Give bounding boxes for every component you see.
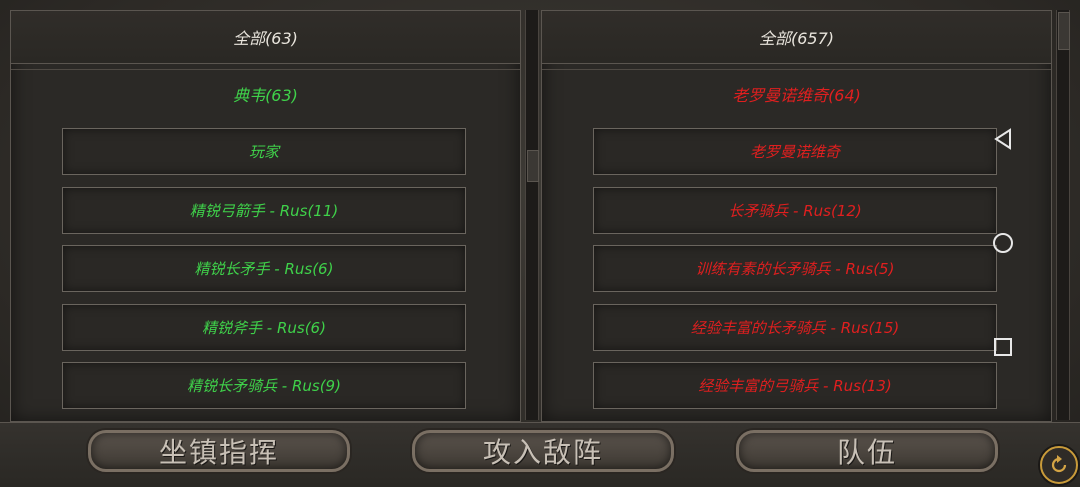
unit-row[interactable]: 经验丰富的长矛骑兵 - Rus(15) <box>593 304 997 351</box>
hold-command-label: 坐镇指挥 <box>158 436 279 469</box>
unit-row[interactable]: 精锐长矛骑兵 - Rus(9) <box>62 362 466 409</box>
unit-label: 经验丰富的长矛骑兵 - Rus(15) <box>690 319 900 337</box>
unit-label: 精锐长矛骑兵 - Rus(9) <box>187 377 341 395</box>
unit-label: 经验丰富的弓骑兵 - Rus(13) <box>698 377 892 395</box>
unit-row[interactable]: 老罗曼诺维奇 <box>593 128 997 175</box>
player-army-total: 全部(63) <box>233 29 298 48</box>
unit-label: 精锐斧手 - Rus(6) <box>202 319 326 337</box>
troops-button[interactable]: 队伍 <box>736 430 998 472</box>
enemy-army-panel: 全部(657) 老罗曼诺维奇(64) 老罗曼诺维奇 长矛骑兵 - Rus(12)… <box>541 10 1052 422</box>
hold-command-button[interactable]: 坐镇指挥 <box>88 430 350 472</box>
right-scroll-thumb[interactable] <box>1058 12 1070 50</box>
refresh-icon[interactable] <box>1040 446 1078 484</box>
player-army-group: 典韦(63) 玩家 精锐弓箭手 - Rus(11) 精锐长矛手 - Rus(6)… <box>11 69 520 421</box>
unit-label: 精锐长矛手 - Rus(6) <box>194 260 334 278</box>
unit-row[interactable]: 玩家 <box>62 128 466 175</box>
unit-label: 训练有素的长矛骑兵 - Rus(5) <box>695 260 895 278</box>
game-screen: 全部(63) 典韦(63) 玩家 精锐弓箭手 - Rus(11) 精锐长矛手 -… <box>0 0 1080 487</box>
troops-label: 队伍 <box>836 436 897 469</box>
triangle-back-icon[interactable] <box>990 126 1016 152</box>
unit-label: 老罗曼诺维奇 <box>749 143 840 161</box>
left-scrollbar[interactable] <box>525 10 539 420</box>
unit-row[interactable]: 经验丰富的弓骑兵 - Rus(13) <box>593 362 997 409</box>
enemy-army-header[interactable]: 全部(657) <box>542 11 1051 64</box>
unit-row[interactable]: 长矛骑兵 - Rus(12) <box>593 187 997 234</box>
unit-row[interactable]: 精锐弓箭手 - Rus(11) <box>62 187 466 234</box>
circle-home-icon[interactable] <box>990 230 1016 256</box>
unit-label: 长矛骑兵 - Rus(12) <box>728 202 862 220</box>
unit-row[interactable]: 精锐斧手 - Rus(6) <box>62 304 466 351</box>
enemy-army-group: 老罗曼诺维奇(64) 老罗曼诺维奇 长矛骑兵 - Rus(12) 训练有素的长矛… <box>542 69 1051 421</box>
attack-button[interactable]: 攻入敌阵 <box>412 430 674 472</box>
enemy-commander-title[interactable]: 老罗曼诺维奇(64) <box>542 82 1051 106</box>
unit-label: 玩家 <box>248 143 279 161</box>
enemy-army-total: 全部(657) <box>758 29 835 48</box>
attack-label: 攻入敌阵 <box>482 436 603 469</box>
square-recents-icon[interactable] <box>990 334 1016 360</box>
unit-row[interactable]: 精锐长矛手 - Rus(6) <box>62 245 466 292</box>
unit-row[interactable]: 训练有素的长矛骑兵 - Rus(5) <box>593 245 997 292</box>
player-army-header[interactable]: 全部(63) <box>11 11 520 64</box>
player-army-panel: 全部(63) 典韦(63) 玩家 精锐弓箭手 - Rus(11) 精锐长矛手 -… <box>10 10 521 422</box>
unit-label: 精锐弓箭手 - Rus(11) <box>189 202 339 220</box>
right-scrollbar[interactable] <box>1056 10 1070 420</box>
player-commander-title[interactable]: 典韦(63) <box>11 82 520 106</box>
left-scroll-thumb[interactable] <box>527 150 539 182</box>
